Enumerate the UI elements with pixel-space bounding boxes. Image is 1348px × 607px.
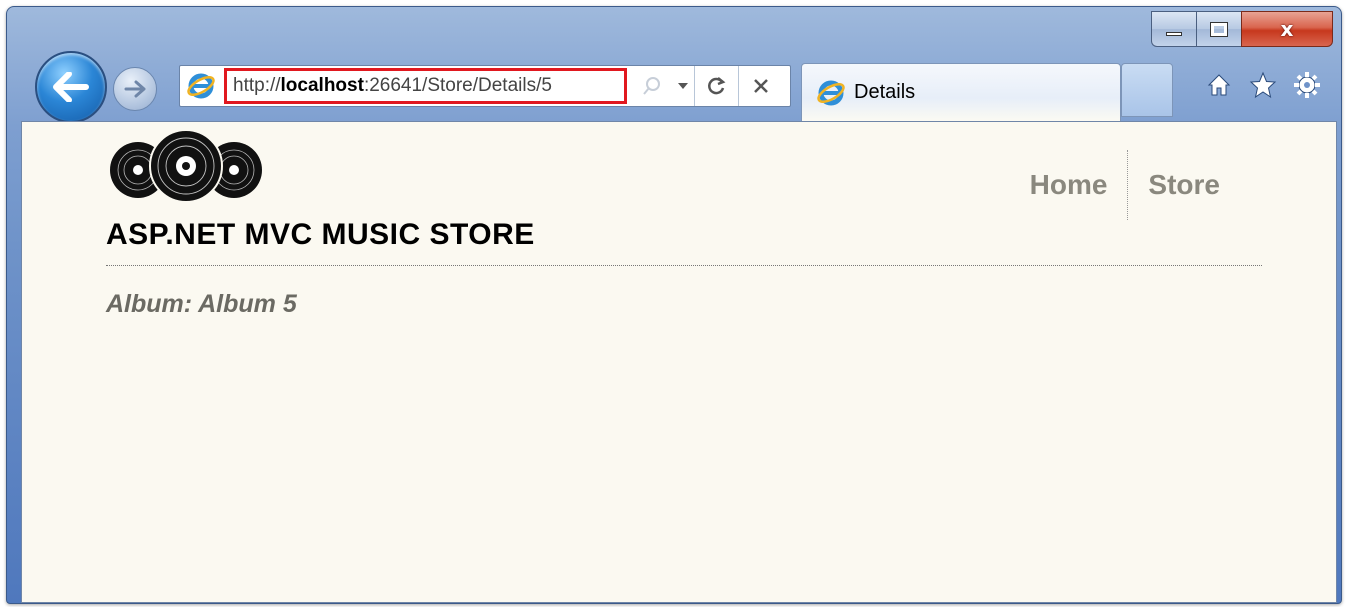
url-path: :26641/Store/Details/5 <box>363 75 552 96</box>
browser-command-icons <box>1205 71 1321 99</box>
back-button[interactable] <box>35 51 107 123</box>
close-icon: x <box>1280 17 1294 41</box>
url-host: localhost <box>280 75 364 96</box>
favorites-star-icon[interactable] <box>1249 71 1277 99</box>
tools-gear-icon[interactable] <box>1293 71 1321 99</box>
tab-title: Details <box>854 81 916 103</box>
close-button[interactable]: x <box>1241 11 1333 47</box>
minimize-icon <box>1166 32 1182 36</box>
tab-details[interactable]: Details <box>801 63 1121 121</box>
address-bar[interactable]: http://localhost:26641/Store/Details/5 <box>179 65 791 107</box>
main-nav: Home Store <box>1010 150 1240 220</box>
nav-store-link[interactable]: Store <box>1128 153 1240 217</box>
refresh-icon <box>707 77 725 95</box>
refresh-button[interactable] <box>694 66 738 106</box>
stop-button[interactable] <box>738 66 782 106</box>
vinyl-records-logo[interactable] <box>106 128 266 208</box>
page-content: ASP.NET MVC MUSIC STORE Home Store Album… <box>21 121 1337 603</box>
url-scheme: http:// <box>233 75 281 96</box>
minimize-button[interactable] <box>1151 11 1196 47</box>
stop-icon <box>753 79 768 93</box>
maximize-icon <box>1210 21 1228 37</box>
home-icon[interactable] <box>1205 71 1233 99</box>
forward-button[interactable] <box>113 67 157 111</box>
search-icon <box>643 77 660 95</box>
site-title: ASP.NET MVC MUSIC STORE <box>106 218 535 251</box>
maximize-button[interactable] <box>1196 11 1241 47</box>
browser-window: x http://localhost:26641/Store/Details/5 <box>6 6 1342 604</box>
album-heading: Album: Album 5 <box>106 290 297 318</box>
search-button[interactable] <box>632 66 672 106</box>
window-caption-buttons: x <box>1151 11 1333 47</box>
nav-home-link[interactable]: Home <box>1010 153 1128 217</box>
ie-icon <box>187 73 215 99</box>
dropdown-icon <box>678 83 688 89</box>
url-field[interactable]: http://localhost:26641/Store/Details/5 <box>224 68 627 104</box>
forward-arrow-icon <box>124 80 146 98</box>
address-bar-tools <box>632 66 782 106</box>
back-arrow-icon <box>53 72 89 102</box>
new-tab-button[interactable] <box>1121 63 1173 117</box>
header-divider <box>106 265 1262 266</box>
dropdown-button[interactable] <box>672 66 694 106</box>
ie-icon <box>817 80 845 105</box>
